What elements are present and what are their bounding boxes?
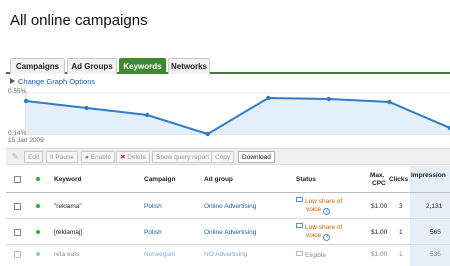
pause-label: Pause [55,154,74,161]
impressions-cell: 2,131 [426,203,443,210]
data-point [205,131,210,137]
help-icon[interactable]: ? [323,234,330,241]
tab-keywords[interactable]: Keywords [119,58,166,74]
header-ad-group[interactable]: Ad group [204,176,233,183]
row-checkbox[interactable] [14,251,21,258]
select-all-checkbox[interactable] [14,176,21,183]
status-text-line2[interactable]: voice [306,206,321,213]
enabled-dot-icon [36,230,40,234]
enable-button[interactable]: ● Enable [81,151,115,163]
edit-button[interactable]: Edit [24,151,44,163]
help-icon[interactable]: ? [323,208,330,215]
campaign-link[interactable]: Polish [144,229,162,236]
table-row: "reklama" Polish Online Advertising Low … [6,194,450,219]
status-line1: Low share of [296,223,342,231]
performance-chart: 0.55% 0.14% 15 Jan 2009 [6,86,450,146]
status-line1: Low share of [296,197,342,205]
clicks-cell: 1 [399,251,403,258]
header-status[interactable]: Status [296,176,316,183]
row-checkbox[interactable] [14,203,21,210]
data-point [266,95,271,101]
status-text-line1[interactable]: Low share of [305,198,342,205]
enable-label: Enable [90,154,111,161]
header-keyword[interactable]: Keyword [54,176,81,183]
status-text-line2[interactable]: voice [306,232,321,239]
header-max-cpc-line2[interactable]: CPC [372,180,386,187]
campaign-link[interactable]: Polish [144,203,162,210]
data-point [23,98,29,104]
speech-bubble-icon [296,251,303,256]
show-query-report-button[interactable]: Show query report [152,151,214,163]
enabled-dot-icon [36,252,40,256]
header-max-cpc-line1[interactable]: Max. [370,172,384,179]
clicks-cell: 1 [399,229,403,236]
status-text-line1[interactable]: Eligible [305,252,326,259]
status-dot-icon [36,177,40,181]
data-point [84,105,89,111]
data-point [326,96,332,102]
keyword-cell[interactable]: reta eats [54,251,79,258]
speech-bubble-icon [296,223,303,228]
download-button[interactable]: Download [238,151,275,163]
status-line2: voice ? [306,206,330,215]
keyword-cell[interactable]: [reklamaj] [54,229,82,236]
table-row: reta eats Norwegian NO Advertising Eligi… [6,246,450,266]
tab-bar: Campaigns Ad Groups Keywords Networks [6,58,450,74]
chart-svg [23,92,450,137]
expand-triangle-icon [10,78,15,84]
delete-label: Delete [127,154,147,161]
status-line1: Eligible [296,251,326,259]
status-text-line1[interactable]: Low share of [305,224,342,231]
change-graph-options-link[interactable]: Change Graph Options [10,77,95,86]
max-cpc-cell[interactable]: $1.00 [371,251,387,258]
keyword-toolbar: ✎ Edit II Pause ● Enable ✖ Delete Show q… [6,148,450,165]
table-header-row: Keyword Campaign Ad group Status Max. CP… [6,166,450,193]
ad-group-link[interactable]: Online Advertising [204,203,256,210]
page-title: All online campaigns [10,12,148,29]
max-cpc-cell[interactable]: $1.00 [371,203,387,210]
data-point [144,112,150,118]
tab-ad-groups[interactable]: Ad Groups [67,58,117,74]
status-line2: voice ? [306,232,330,241]
change-graph-options-label: Change Graph Options [18,77,96,86]
header-campaign[interactable]: Campaign [144,176,175,183]
tab-networks[interactable]: Networks [168,58,210,74]
y-top-label: 0.55% [8,88,27,95]
pause-button[interactable]: II Pause [46,151,78,163]
speech-bubble-icon [296,197,303,202]
y-bottom-label: 0.14% [8,130,27,137]
header-clicks[interactable]: Clicks [389,176,408,183]
delete-button[interactable]: ✖ Delete [116,151,151,163]
impressions-cell: 535 [430,251,441,258]
row-checkbox[interactable] [14,229,21,236]
tab-campaigns[interactable]: Campaigns [10,58,65,74]
ad-group-link[interactable]: NO Advertising [204,251,247,258]
header-impressions[interactable]: Impression [411,172,446,179]
data-point [387,99,392,105]
x-start-label: 15 Jan 2009 [8,137,44,144]
max-cpc-cell[interactable]: $1.00 [371,229,387,236]
impressions-cell: 565 [430,229,441,236]
campaign-link[interactable]: Norwegian [144,251,175,258]
table-row: [reklamaj] Polish Online Advertising Low… [6,220,450,245]
keyword-cell[interactable]: "reklama" [54,203,82,210]
ad-group-link[interactable]: Online Advertising [204,229,256,236]
copy-button[interactable]: Copy [211,151,235,163]
clicks-cell: 3 [399,203,403,210]
pencil-icon: ✎ [12,152,19,161]
enabled-dot-icon [36,204,40,208]
